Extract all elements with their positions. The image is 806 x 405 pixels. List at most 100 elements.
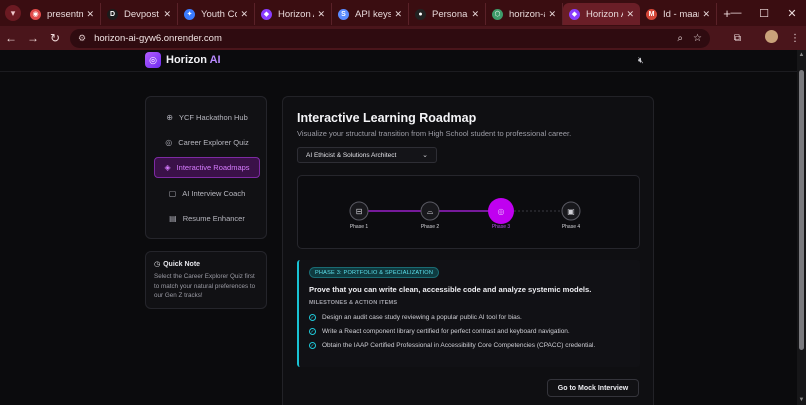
chat-icon: ▢ (168, 189, 177, 198)
tab-title: Youth Cod (201, 8, 237, 20)
profile-avatar[interactable] (753, 30, 778, 46)
close-tab-icon[interactable]: ✕ (86, 9, 94, 20)
roadmap-panel: Interactive Learning Roadmap Visualize y… (282, 96, 654, 405)
close-tab-icon[interactable]: ✕ (626, 9, 634, 20)
phase-node-3[interactable]: ◎ (488, 198, 514, 224)
go-to-mock-interview-button[interactable]: Go to Mock Interview (547, 379, 639, 397)
bookmark-star-icon[interactable]: ☆ (693, 33, 702, 44)
maximize-button[interactable]: ☐ (750, 7, 778, 20)
scroll-down-icon[interactable]: ▼ (798, 397, 805, 403)
milestones-label: MILESTONES & ACTION ITEMS (309, 300, 398, 306)
close-tab-icon[interactable]: ✕ (317, 9, 325, 20)
book-icon: ⊟ (356, 207, 363, 216)
browser-tab[interactable]: D Devpost ✕ (101, 3, 178, 25)
graduation-cap-icon: ⌓ (427, 207, 434, 216)
tab-favicon-icon: ◆ (261, 8, 272, 20)
browser-tab-strip: ▾ ◉presentmi✕DDevpost✕✦Youth Cod✕◆Horizo… (0, 0, 806, 26)
tab-title: Horizon A (278, 8, 314, 20)
page-subtitle: Visualize your structural transition fro… (297, 129, 572, 138)
back-button[interactable]: ← (0, 31, 22, 45)
close-tab-icon[interactable]: ✕ (702, 9, 710, 20)
close-tab-icon[interactable]: ✕ (548, 9, 556, 20)
phase-node-1[interactable]: ⊟ (349, 201, 369, 221)
sound-toggle-icon[interactable]: 🔇︎ (638, 55, 644, 66)
sidebar-item-hackathon-hub[interactable]: ⊕ YCF Hackathon Hub (154, 107, 260, 128)
phase-label-3: Phase 3 (491, 224, 511, 230)
page-scrollbar[interactable]: ▲ ▼ (797, 50, 806, 405)
sidebar-item-resume-enhancer[interactable]: ▤ Resume Enhancer (154, 208, 260, 229)
url-text: horizon-ai-gyw6.onrender.com (94, 32, 222, 44)
close-tab-icon[interactable]: ✕ (240, 9, 248, 20)
sidebar-item-career-quiz[interactable]: ◎ Career Explorer Quiz (154, 132, 260, 153)
reload-button[interactable]: ↻ (44, 31, 66, 45)
browser-tab[interactable]: ● Personal /✕ (409, 3, 486, 25)
briefcase-icon: ▣ (567, 207, 575, 216)
tab-favicon-icon: S (338, 8, 349, 20)
brand[interactable]: ◎ Horizon AI (145, 52, 221, 68)
tab-search-button[interactable]: ▾ (2, 2, 24, 24)
zoom-icon[interactable]: ⌕ (677, 33, 683, 44)
phase-detail-card: PHASE 3: PORTFOLIO & SPECIALIZATION Prov… (297, 260, 640, 367)
tab-title: Id - maan (663, 8, 700, 20)
scrollbar-thumb[interactable] (799, 70, 804, 350)
track-select[interactable]: AI Ethicist & Solutions Architect ⌄ (297, 147, 437, 163)
globe-icon: ⊕ (166, 113, 173, 122)
tab-title: Horizon A (586, 8, 624, 20)
check-circle-icon: ✓ (309, 314, 316, 321)
sidebar-item-roadmaps[interactable]: ◈ Interactive Roadmaps (154, 157, 260, 178)
tab-favicon-icon: ◆ (569, 8, 580, 20)
milestone-item: ✓ Obtain the IAAP Certified Professional… (309, 342, 596, 349)
minimize-button[interactable]: — (722, 7, 750, 19)
sidebar-item-label: AI Interview Coach (182, 189, 246, 198)
browser-tab[interactable]: ◉ presentmi✕ (24, 3, 101, 25)
roadmap-track-svg: ⊟ ⌓ ◎ ▣ (349, 198, 581, 224)
clock-icon: ◷ (154, 261, 161, 268)
browser-tab[interactable]: ◆ Horizon A✕ (563, 3, 640, 25)
brand-logo-icon: ◎ (145, 52, 161, 68)
app-header: ◎ Horizon AI 🔇︎ (0, 50, 797, 72)
browser-tab[interactable]: M Id - maan ✕ (640, 3, 717, 25)
browser-tab[interactable]: ✦ Youth Cod✕ (178, 3, 255, 25)
tab-title: Personal / (432, 8, 469, 20)
tab-title: API keys | (355, 8, 392, 20)
close-window-button[interactable]: ✕ (778, 7, 806, 20)
sidebar: ⊕ YCF Hackathon Hub ◎ Career Explorer Qu… (145, 96, 267, 239)
phase-label-4: Phase 4 (561, 224, 581, 230)
check-circle-icon: ✓ (309, 342, 316, 349)
site-settings-icon[interactable]: ⚙ (78, 33, 86, 44)
browser-menu-icon[interactable]: ⋮ (790, 33, 800, 44)
milestone-item: ✓ Design an audit case study reviewing a… (309, 314, 522, 321)
browser-tab[interactable]: ⬡ horizon-ai✕ (486, 3, 563, 25)
close-tab-icon[interactable]: ✕ (394, 9, 402, 20)
close-tab-icon[interactable]: ✕ (471, 9, 479, 20)
scroll-up-icon[interactable]: ▲ (798, 52, 805, 58)
page-title: Interactive Learning Roadmap (297, 111, 477, 125)
quick-note-title: ◷ Quick Note (154, 260, 201, 269)
browser-tab[interactable]: S API keys |✕ (332, 3, 409, 25)
tab-title: horizon-ai (509, 8, 545, 20)
phase-label-1: Phase 1 (349, 224, 369, 230)
tab-favicon-icon: ⬡ (492, 8, 503, 20)
sidebar-item-interview-coach[interactable]: ▢ AI Interview Coach (154, 183, 260, 204)
close-tab-icon[interactable]: ✕ (163, 9, 171, 20)
address-bar[interactable]: ⚙ horizon-ai-gyw6.onrender.com ⌕ ☆ (70, 28, 710, 48)
tab-favicon-icon: ✦ (184, 8, 195, 20)
sidebar-item-label: Interactive Roadmaps (176, 163, 250, 172)
extensions-icon[interactable]: ⧉ (734, 33, 741, 44)
page-viewport: ◎ Horizon AI 🔇︎ ⊕ YCF Hackathon Hub ◎ Ca… (0, 50, 797, 405)
chevron-down-icon: ▾ (5, 5, 21, 21)
sidebar-item-label: YCF Hackathon Hub (178, 113, 248, 122)
chevron-down-icon: ⌄ (422, 152, 428, 159)
milestone-item: ✓ Write a React component library certif… (309, 328, 570, 335)
browser-tab[interactable]: ◆ Horizon A✕ (255, 3, 332, 25)
phase-label-2: Phase 2 (420, 224, 440, 230)
phase-node-2[interactable]: ⌓ (420, 201, 440, 221)
phase-node-4[interactable]: ▣ (561, 201, 581, 221)
check-circle-icon: ✓ (309, 328, 316, 335)
tab-favicon-icon: ◉ (30, 8, 41, 20)
forward-button[interactable]: → (22, 31, 44, 45)
window-controls: — ☐ ✕ (722, 0, 806, 26)
tab-title: Devpost (124, 8, 159, 20)
browser-toolbar: ← → ↻ ⚙ horizon-ai-gyw6.onrender.com ⌕ ☆… (0, 26, 806, 50)
layers-icon: ◈ (164, 163, 171, 172)
